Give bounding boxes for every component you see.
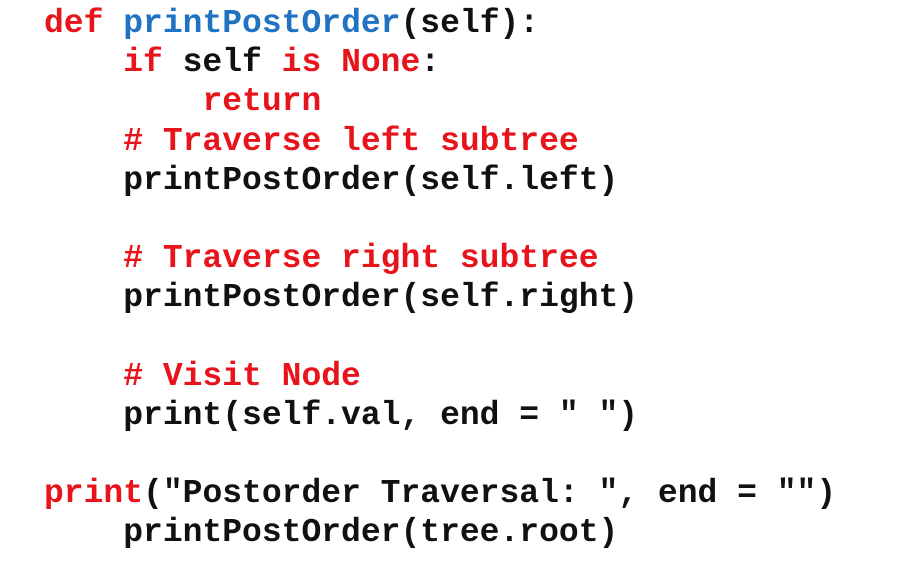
code-comment: # Traverse right subtree: [123, 240, 599, 278]
code-text: printPostOrder(self.left): [123, 161, 619, 199]
code-comment: # Visit Node: [123, 357, 361, 395]
code-line: # Traverse left subtree: [44, 122, 836, 161]
code-text: ("Postorder Traversal: ", end = ""): [143, 475, 837, 513]
code-line: # Traverse right subtree: [44, 239, 836, 278]
code-text: :: [420, 44, 441, 82]
code-line: printPostOrder(self.right): [44, 278, 836, 317]
code-text: print(self.val, end = " "): [123, 396, 639, 434]
code-keyword: def: [44, 5, 104, 42]
code-text: printPostOrder(tree.root): [123, 514, 619, 552]
code-line: def printPostOrder(self):: [44, 4, 836, 43]
code-keyword: return: [202, 83, 322, 121]
code-keyword: is: [281, 44, 322, 82]
code-line: printPostOrder(self.left): [44, 161, 836, 200]
code-line: print("Postorder Traversal: ", end = ""): [44, 474, 836, 513]
code-function-name: printPostOrder: [123, 5, 401, 42]
code-line: print(self.val, end = " "): [44, 396, 836, 435]
code-text: printPostOrder(self.right): [123, 279, 639, 317]
code-line: if self is None:: [44, 43, 836, 82]
code-line: return: [44, 82, 836, 121]
code-text: (self):: [400, 5, 540, 42]
code-keyword: None: [341, 44, 421, 82]
code-line: # Visit Node: [44, 357, 836, 396]
code-block: def printPostOrder(self): if self is Non…: [44, 4, 836, 553]
code-keyword: print: [44, 475, 144, 513]
code-text: self: [162, 44, 282, 82]
code-comment: # Traverse left subtree: [123, 122, 579, 160]
code-keyword: if: [123, 44, 163, 82]
code-line: printPostOrder(tree.root): [44, 513, 836, 552]
